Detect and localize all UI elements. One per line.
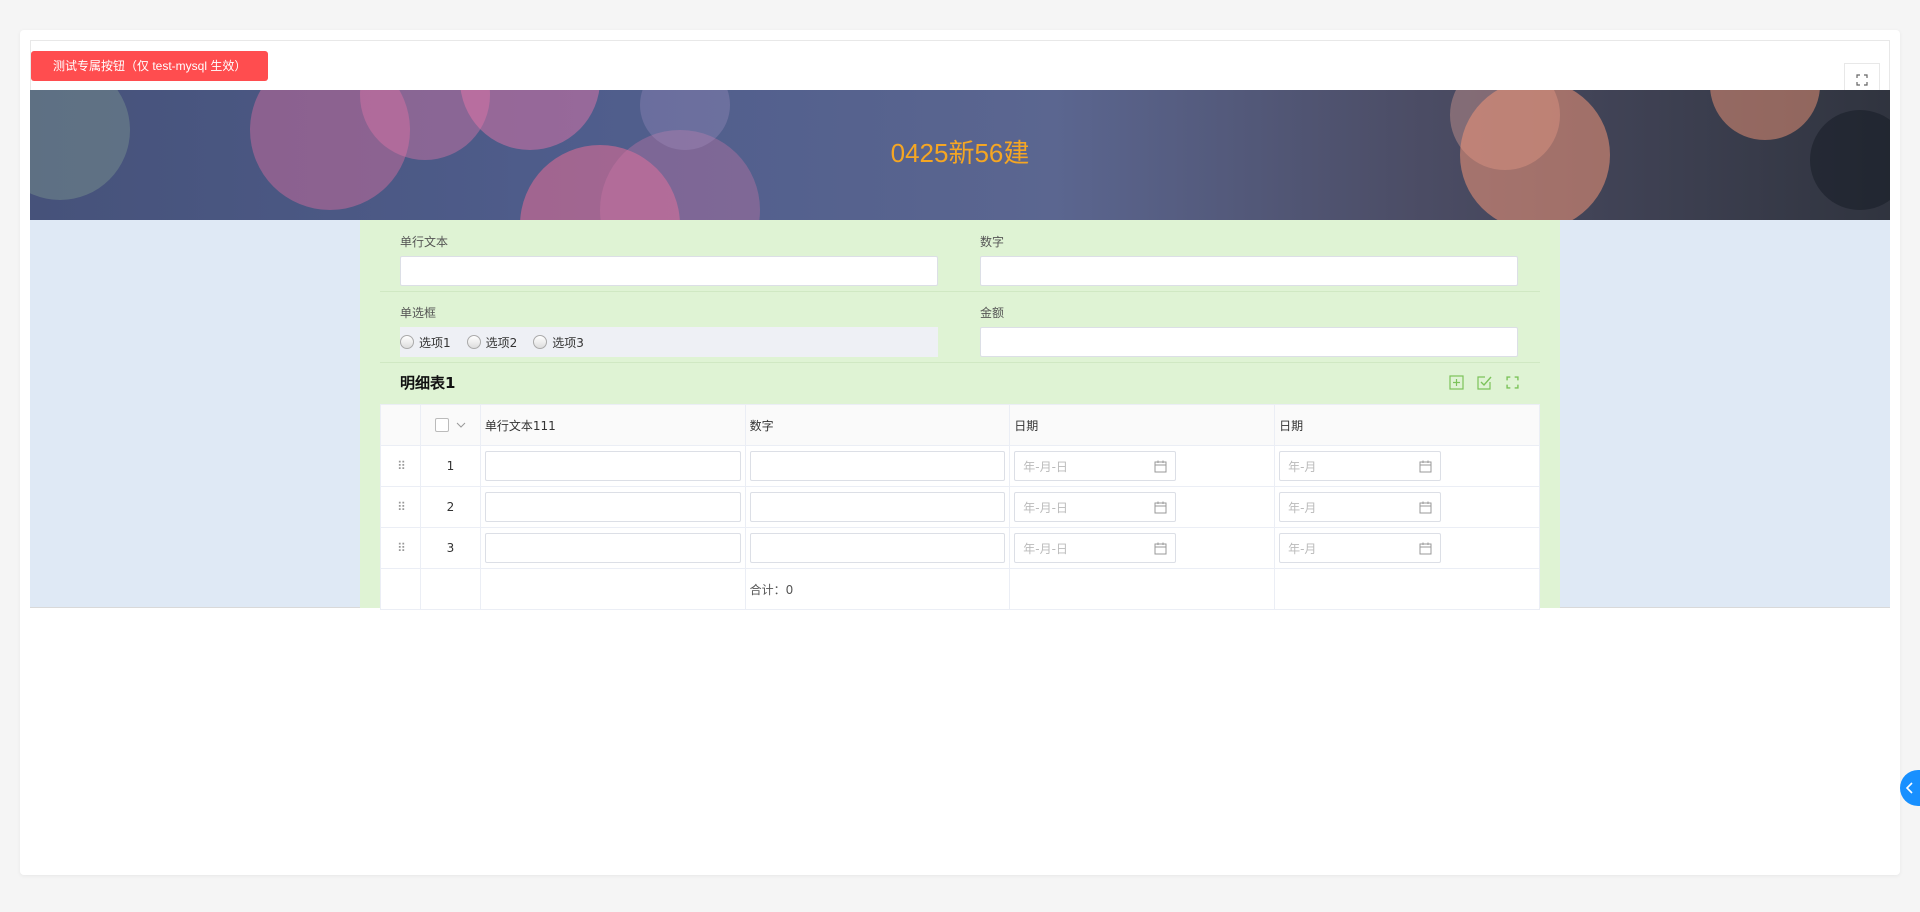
radio-option-label: 选项3 <box>552 335 584 350</box>
row-text-input[interactable] <box>484 451 741 481</box>
row-divider <box>380 362 1540 363</box>
row-index: 3 <box>419 527 481 569</box>
row-date-picker[interactable]: 年-月-日 <box>1014 451 1177 481</box>
radio-label: 单选框 <box>400 306 437 320</box>
detail-table-title: 明细表1 <box>400 374 456 392</box>
row-divider <box>380 291 1540 292</box>
add-row-icon[interactable] <box>1448 374 1464 390</box>
batch-edit-icon[interactable] <box>1476 374 1492 390</box>
amount-input[interactable] <box>980 327 1518 357</box>
drag-handle-icon[interactable]: ⠿ <box>380 486 421 528</box>
table-row: ⠿ 2 年-月-日 年-月 <box>380 486 1540 528</box>
radio-option-label: 选项2 <box>485 335 518 350</box>
calendar-icon[interactable] <box>1419 460 1432 473</box>
month-placeholder: 年-月 <box>1288 500 1317 515</box>
column-header: 日期 <box>1274 404 1540 446</box>
date-placeholder: 年-月-日 <box>1023 541 1068 556</box>
single-text-input[interactable] <box>400 256 938 286</box>
form-area: 单行文本 数字 单选框 选项1 选项2 选项3 金额 明细表1 单行文本111 … <box>30 220 1890 610</box>
row-number-input[interactable] <box>749 492 1006 522</box>
toolbar <box>30 40 1890 90</box>
select-all-header <box>419 404 481 446</box>
radio-option-label: 选项1 <box>419 335 451 350</box>
sum-cell: 合计：0 <box>744 568 1011 610</box>
expand-icon[interactable] <box>1504 374 1520 390</box>
chevron-left-icon <box>1906 782 1913 794</box>
single-text-label: 单行文本 <box>400 235 449 249</box>
amount-label: 金额 <box>980 306 1005 320</box>
row-date-picker[interactable]: 年-月-日 <box>1014 533 1177 563</box>
radio-option-3[interactable]: 选项3 <box>533 334 584 351</box>
radio-option-1[interactable]: 选项1 <box>400 334 451 351</box>
column-header: 数字 <box>744 404 1011 446</box>
sum-value: 0 <box>785 582 794 597</box>
row-date-picker[interactable]: 年-月-日 <box>1014 492 1177 522</box>
side-panel-toggle[interactable] <box>1900 770 1920 806</box>
calendar-icon[interactable] <box>1419 501 1432 514</box>
detail-table: 单行文本111 数字 日期 日期 ⠿ 1 年-月-日 年-月 ⠿ 2 年-月-日 年-月 ⠿ 3 年… <box>380 404 1540 610</box>
row-month-picker[interactable]: 年-月 <box>1279 533 1442 563</box>
month-placeholder: 年-月 <box>1288 459 1317 474</box>
number-label: 数字 <box>980 235 1005 249</box>
form-title: 0425新56建 <box>890 138 1030 168</box>
sum-row: 合计：0 <box>380 568 1540 610</box>
month-placeholder: 年-月 <box>1288 541 1317 556</box>
row-text-input[interactable] <box>484 533 741 563</box>
calendar-icon[interactable] <box>1154 501 1167 514</box>
drag-handle-icon[interactable]: ⠿ <box>380 527 421 569</box>
radio-circle[interactable] <box>400 335 414 349</box>
detail-table-tools <box>1448 374 1520 390</box>
radio-circle[interactable] <box>466 335 481 349</box>
form-body: 单行文本 数字 单选框 选项1 选项2 选项3 金额 明细表1 单行文本111 … <box>360 220 1560 610</box>
date-placeholder: 年-月-日 <box>1023 500 1068 515</box>
table-header-row: 单行文本111 数字 日期 日期 <box>380 404 1540 446</box>
fullscreen-icon <box>1856 74 1868 86</box>
column-header: 单行文本111 <box>479 404 746 446</box>
table-row: ⠿ 3 年-月-日 年-月 <box>380 527 1540 569</box>
row-text-input[interactable] <box>484 492 741 522</box>
test-only-button[interactable]: 测试专属按钮（仅 test-mysql 生效） <box>31 51 269 81</box>
radio-circle[interactable] <box>533 335 548 349</box>
sum-label: 合计： <box>749 582 786 597</box>
table-row: ⠿ 1 年-月-日 年-月 <box>380 445 1540 487</box>
column-header: 日期 <box>1009 404 1276 446</box>
radio-option-2[interactable]: 选项2 <box>466 334 518 351</box>
radio-group: 选项1 选项2 选项3 <box>400 327 938 357</box>
drag-handle-icon[interactable]: ⠿ <box>380 445 421 487</box>
row-index: 2 <box>419 486 481 528</box>
drag-column-header <box>380 404 421 446</box>
row-month-picker[interactable]: 年-月 <box>1279 492 1442 522</box>
row-number-input[interactable] <box>749 451 1006 481</box>
select-all-checkbox[interactable] <box>434 418 449 433</box>
row-month-picker[interactable]: 年-月 <box>1279 451 1442 481</box>
form-banner: 0425新56建 <box>30 90 1890 220</box>
date-placeholder: 年-月-日 <box>1023 459 1068 474</box>
calendar-icon[interactable] <box>1154 542 1167 555</box>
calendar-icon[interactable] <box>1419 542 1432 555</box>
row-number-input[interactable] <box>749 533 1006 563</box>
row-index: 1 <box>419 445 481 487</box>
number-input[interactable] <box>980 256 1518 286</box>
chevron-down-icon[interactable] <box>456 422 466 428</box>
calendar-icon[interactable] <box>1154 460 1167 473</box>
